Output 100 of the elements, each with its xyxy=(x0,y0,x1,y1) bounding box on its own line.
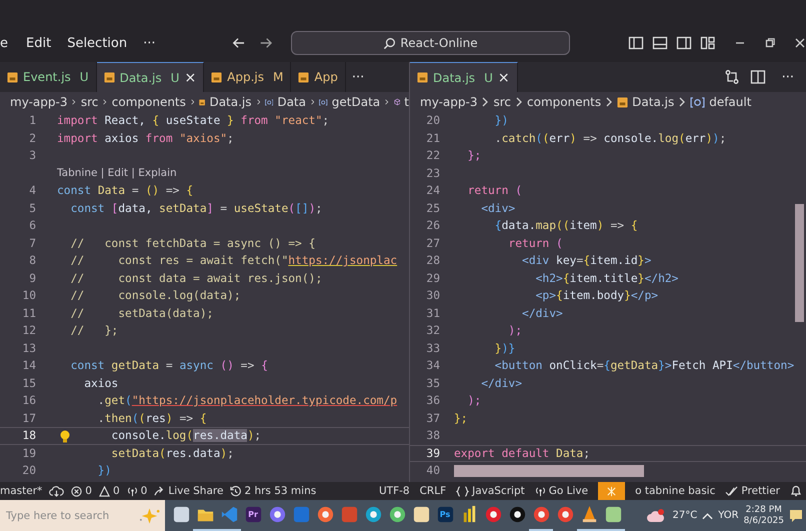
lightbulb-icon[interactable] xyxy=(60,430,70,444)
more-actions-button[interactable]: ··· xyxy=(776,70,800,84)
warning-count[interactable]: 0 xyxy=(112,485,120,497)
line-number: 22 xyxy=(425,149,440,162)
breadcrumb-item[interactable]: default xyxy=(709,95,752,109)
language-indicator[interactable]: YOR xyxy=(718,510,739,521)
close-icon[interactable] xyxy=(794,37,806,49)
line-number: 15 xyxy=(21,376,36,390)
tab-label: Data.js xyxy=(433,70,476,84)
status-item[interactable]: CRLF xyxy=(420,482,446,500)
notification-icon[interactable] xyxy=(789,508,803,522)
chevron-icon xyxy=(482,97,488,107)
line-number: 37 xyxy=(425,412,440,425)
code-line: .then((res) => { xyxy=(96,412,207,425)
code-line: <h2>{item.title}</h2> xyxy=(534,272,678,285)
clock-time[interactable]: 2:28 PM xyxy=(746,504,782,516)
code-line: // setData(data); xyxy=(70,306,214,320)
breadcrumb-item[interactable]: Data xyxy=(277,95,306,109)
cloud-sync-icon[interactable] xyxy=(49,486,64,496)
more-tabs-button[interactable]: ··· xyxy=(346,62,370,92)
ports-count[interactable]: 0 xyxy=(140,485,148,497)
app-icon[interactable] xyxy=(244,505,262,524)
line-number: 30 xyxy=(425,289,440,302)
app-icon[interactable] xyxy=(316,505,334,524)
error-count[interactable]: 0 xyxy=(85,485,92,497)
menu-item[interactable]: Selection xyxy=(67,36,136,50)
tab-close-button[interactable]: × xyxy=(184,70,196,86)
breadcrumb-item[interactable]: Data.js xyxy=(632,95,674,109)
editor-tab[interactable]: Data.js U × xyxy=(410,62,518,92)
app-icon[interactable] xyxy=(268,505,286,524)
breadcrumb-item[interactable]: components xyxy=(112,95,186,109)
more-button[interactable]: ··· xyxy=(143,36,164,50)
split-editor-icon[interactable] xyxy=(750,69,766,85)
code-line: const Data = () => { xyxy=(57,184,194,198)
app-icon[interactable] xyxy=(412,505,430,524)
taskbar-search-box[interactable]: Type here to search xyxy=(0,500,165,531)
scrollbar[interactable] xyxy=(795,204,804,322)
share-icon xyxy=(154,486,166,496)
chevron-icon xyxy=(310,97,314,107)
code-line: setData(res.data); xyxy=(110,446,234,460)
line-number: 10 xyxy=(21,289,36,302)
breadcrumb-item[interactable]: Data.js xyxy=(209,95,252,109)
code-line: .catch((err) => console.log(err)); xyxy=(494,132,726,145)
temperature-text[interactable]: 27°C xyxy=(672,510,698,521)
code-line: // console.log(data); xyxy=(70,289,241,302)
menu-item[interactable]: e xyxy=(0,36,16,50)
code-line: .get("https://jsonplaceholder.typicode.com/p xyxy=(96,394,398,408)
command-search-field[interactable]: React-Online xyxy=(291,31,570,55)
code-line: axios xyxy=(83,376,118,390)
tab-label: Data.js xyxy=(120,70,162,84)
code-line: ); xyxy=(507,324,522,338)
app-icon[interactable] xyxy=(484,505,502,524)
app-icon[interactable] xyxy=(508,505,526,524)
menu-item[interactable]: Edit xyxy=(26,36,60,50)
prettier-button[interactable]: Prettier xyxy=(725,482,780,500)
app-icon[interactable] xyxy=(364,505,382,524)
sparkle-icon xyxy=(606,486,618,496)
tab-close-button[interactable]: × xyxy=(498,70,510,86)
breadcrumb-item[interactable]: my-app-3 xyxy=(10,95,68,109)
clock-date[interactable]: 8/6/2025 xyxy=(744,516,784,526)
split-layout-icon[interactable] xyxy=(676,35,692,51)
breadcrumb-item[interactable]: getData xyxy=(332,95,380,109)
code-lens[interactable]: Tabnine | Edit | Explain xyxy=(57,167,177,180)
breadcrumb-item[interactable]: my-app-3 xyxy=(420,95,478,109)
symbol-icon xyxy=(319,96,328,108)
status-item[interactable]: UTF-8 xyxy=(378,482,410,500)
code-line: })} xyxy=(494,342,516,355)
code-line: <button onClick={getData}>Fetch API</button> xyxy=(494,359,794,372)
editor-tab[interactable]: Data.js U × xyxy=(96,62,204,92)
branch-status[interactable]: master* xyxy=(0,482,42,500)
panel-layout-icon[interactable] xyxy=(652,35,668,51)
sidebar-layout-icon[interactable] xyxy=(628,35,644,51)
bell-icon[interactable] xyxy=(790,485,802,497)
app-icon[interactable] xyxy=(388,505,406,524)
breadcrumb-item[interactable]: components xyxy=(527,95,602,109)
chevron-icon xyxy=(516,97,522,107)
language-button[interactable]: JavaScript xyxy=(456,482,525,500)
chevron-icon xyxy=(606,97,612,107)
line-number: 33 xyxy=(425,342,440,355)
line-number: 28 xyxy=(425,254,440,268)
compare-changes-icon[interactable] xyxy=(724,69,740,85)
breadcrumb-item[interactable]: src xyxy=(493,95,511,109)
live-share-button[interactable]: Live Share xyxy=(154,482,224,500)
line-number: 17 xyxy=(21,412,36,425)
code-line: import axios from "axios"; xyxy=(57,132,234,145)
cube-icon xyxy=(394,96,400,108)
breadcrumb-item[interactable]: t xyxy=(404,95,409,109)
layout-grid-icon[interactable] xyxy=(700,35,716,51)
line-number: 8 xyxy=(28,254,36,268)
breadcrumb-item[interactable]: src xyxy=(80,95,98,109)
search-field[interactable]: Type here to search xyxy=(0,508,138,522)
app-icon[interactable] xyxy=(532,505,550,524)
chevron-up-icon[interactable] xyxy=(702,512,714,520)
go-live-button[interactable]: Go Live xyxy=(534,482,588,500)
maximize-icon[interactable] xyxy=(764,37,776,49)
time-tracker-button[interactable]: 2 hrs 53 mins xyxy=(230,482,316,500)
app-icon[interactable] xyxy=(556,505,574,524)
line-number: 7 xyxy=(28,236,36,250)
forward-icon[interactable] xyxy=(259,35,274,51)
status-item[interactable]: o tabnine basic xyxy=(635,482,716,500)
